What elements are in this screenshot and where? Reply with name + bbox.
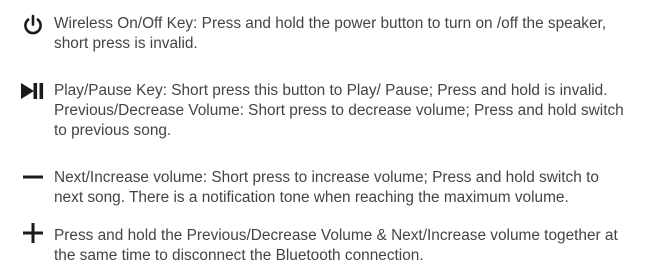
instruction-line: Next/Increase volume: Short press to inc… xyxy=(54,169,599,186)
instruction-text: Wireless On/Off Key: Press and hold the … xyxy=(54,14,644,54)
instruction-line: next song. There is a notification tone … xyxy=(54,189,569,206)
play-pause-icon xyxy=(21,83,44,99)
plus-icon xyxy=(23,223,43,243)
instruction-line: Press and hold the Previous/Decrease Vol… xyxy=(54,227,618,244)
instruction-line: to previous song. xyxy=(54,122,172,139)
instruction-line: short press is invalid. xyxy=(54,35,198,52)
instruction-line: the same time to disconnect the Bluetoot… xyxy=(54,247,424,264)
instruction-line: Play/Pause Key: Short press this button … xyxy=(54,82,608,99)
instruction-line: Previous/Decrease Volume: Short press to… xyxy=(54,102,624,119)
minus-icon xyxy=(23,175,43,179)
instruction-text: Next/Increase volume: Short press to inc… xyxy=(54,168,644,208)
power-icon xyxy=(24,14,42,35)
instruction-text: Play/Pause Key: Short press this button … xyxy=(54,81,644,141)
instruction-text: Press and hold the Previous/Decrease Vol… xyxy=(54,226,644,266)
instruction-line: Wireless On/Off Key: Press and hold the … xyxy=(54,15,607,32)
